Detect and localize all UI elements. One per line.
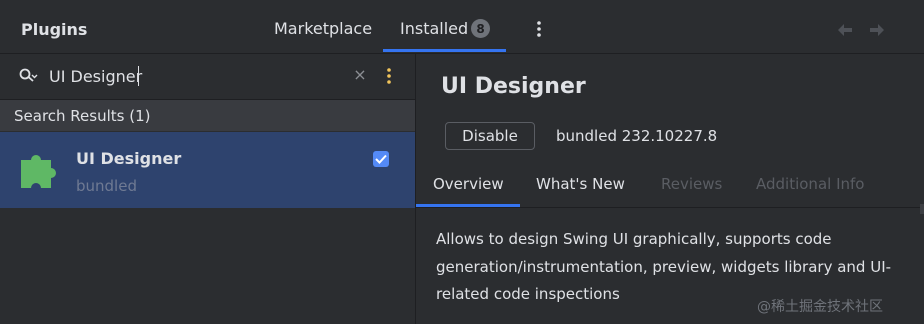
plugin-subtitle: bundled [76, 177, 137, 195]
installed-count-badge: 8 [471, 19, 490, 38]
page-title: Plugins [21, 20, 88, 39]
watermark: @稀土掘金技术社区 [757, 299, 883, 315]
plugin-name: UI Designer [76, 149, 182, 168]
filter-icon[interactable] [385, 67, 393, 85]
search-results-label: Search Results (1) [14, 107, 151, 125]
plugins-list-panel: × Search Results (1) UI Designer bundled [0, 54, 416, 324]
detail-title: UI Designer [441, 74, 586, 99]
tab-additional-info: Additional Info [756, 175, 865, 193]
search-results-header: Search Results (1) [0, 100, 415, 131]
more-vertical-icon[interactable] [532, 19, 546, 39]
plugin-puzzle-icon [17, 146, 63, 192]
list-item[interactable]: UI Designer bundled [0, 132, 415, 208]
search-icon [19, 67, 39, 85]
disable-button[interactable]: Disable [445, 122, 535, 150]
tab-overview[interactable]: Overview [433, 175, 504, 193]
tab-installed[interactable]: Installed [400, 19, 468, 38]
plugin-detail-panel: UI Designer Disable bundled 232.10227.8 … [416, 54, 924, 324]
active-tab-indicator [416, 204, 520, 207]
scrollbar[interactable] [920, 204, 924, 214]
search-input[interactable] [49, 64, 339, 88]
tab-whats-new[interactable]: What's New [536, 175, 625, 193]
forward-arrow-icon[interactable] [868, 22, 886, 38]
detail-tabs: Overview What's New Reviews Additional I… [416, 164, 924, 208]
back-arrow-icon[interactable] [836, 22, 854, 38]
tab-reviews: Reviews [661, 175, 723, 193]
tab-marketplace[interactable]: Marketplace [274, 19, 372, 38]
plugins-header: Plugins Marketplace Installed 8 [0, 0, 924, 54]
clear-icon[interactable]: × [353, 67, 367, 83]
text-caret [138, 66, 139, 86]
search-bar: × [0, 54, 415, 100]
enabled-checkbox[interactable] [373, 151, 389, 167]
version-label: bundled 232.10227.8 [556, 127, 718, 145]
active-tab-indicator [383, 49, 506, 52]
